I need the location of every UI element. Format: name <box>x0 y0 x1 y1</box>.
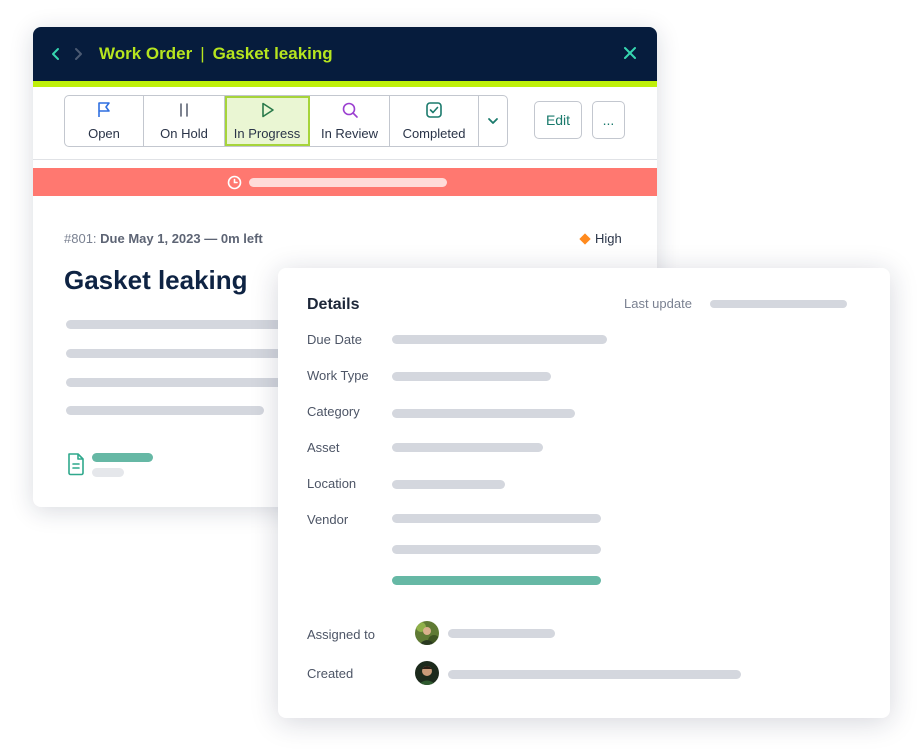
status-toolbar: Open On Hold In Progress In Review Compl… <box>33 87 657 161</box>
check-square-icon <box>425 101 443 122</box>
details-card: Details Last update Due Date Work Type C… <box>278 268 890 718</box>
breadcrumb-separator: | <box>200 44 205 63</box>
category-placeholder <box>392 409 575 418</box>
priority-diamond-icon <box>579 232 591 245</box>
status-in-review-label: In Review <box>320 126 379 141</box>
attachment-name-placeholder[interactable] <box>92 453 153 462</box>
creator-name-placeholder <box>448 670 741 679</box>
assignee-name-placeholder <box>448 629 555 638</box>
time-tracking-bar <box>33 168 657 196</box>
due-date-placeholder <box>392 335 607 344</box>
flag-icon <box>95 101 113 122</box>
chevron-right-icon[interactable] <box>73 47 83 61</box>
priority-label: High <box>595 231 622 246</box>
work-order-meta: #801: Due May 1, 2023 — 0m left <box>64 231 263 246</box>
status-button-group: Open On Hold In Progress In Review Compl… <box>64 95 508 147</box>
description-placeholder-line <box>66 406 264 415</box>
status-open-button[interactable]: Open <box>65 96 144 146</box>
toolbar-divider <box>33 159 657 160</box>
chevron-down-icon <box>487 114 499 129</box>
breadcrumb-root[interactable]: Work Order <box>99 44 192 64</box>
status-in-progress-button[interactable]: In Progress <box>225 96 310 146</box>
status-in-review-button[interactable]: In Review <box>310 96 390 146</box>
asset-label: Asset <box>307 440 340 455</box>
location-label: Location <box>307 476 357 491</box>
vendor-link-placeholder[interactable] <box>392 576 601 585</box>
status-on-hold-label: On Hold <box>160 126 208 141</box>
work-order-number: #801: <box>64 231 97 246</box>
vendor-placeholder <box>392 545 601 554</box>
status-completed-button[interactable]: Completed <box>390 96 479 146</box>
pause-icon <box>175 101 193 122</box>
vendor-label: Vendor <box>307 512 349 527</box>
status-completed-label: Completed <box>402 126 466 141</box>
category-label: Category <box>307 404 360 419</box>
last-update-label: Last update <box>624 296 692 311</box>
assigned-to-label: Assigned to <box>307 627 375 642</box>
search-icon <box>341 101 359 122</box>
work-order-due: Due May 1, 2023 — 0m left <box>100 231 263 246</box>
chevron-left-icon[interactable] <box>51 47 61 61</box>
attachment-size-placeholder <box>92 468 124 477</box>
edit-button[interactable]: Edit <box>534 101 582 139</box>
description-placeholder-line <box>66 320 296 329</box>
timer-placeholder <box>249 178 447 187</box>
details-title: Details <box>307 296 360 313</box>
description-placeholder-line <box>66 378 296 387</box>
work-order-header: Work Order | Gasket leaking <box>33 27 657 81</box>
breadcrumb-current: Gasket leaking <box>212 44 333 63</box>
status-open-label: Open <box>88 126 120 141</box>
priority-badge: High <box>579 231 622 246</box>
history-nav <box>51 47 83 61</box>
vendor-placeholder <box>392 514 601 523</box>
last-update-placeholder <box>710 300 847 308</box>
status-on-hold-button[interactable]: On Hold <box>144 96 225 146</box>
assignee-avatar[interactable] <box>415 621 439 645</box>
due-date-label: Due Date <box>307 332 362 347</box>
asset-placeholder <box>392 443 543 452</box>
status-in-progress-label: In Progress <box>233 126 301 141</box>
work-order-title: Gasket leaking <box>64 265 248 295</box>
description-placeholder-line <box>66 349 296 358</box>
play-icon <box>258 101 276 122</box>
created-label: Created <box>307 666 354 681</box>
location-placeholder <box>392 480 505 489</box>
more-options-button[interactable]: ... <box>592 101 625 139</box>
clock-icon <box>227 175 242 195</box>
work-type-placeholder <box>392 372 551 381</box>
creator-avatar[interactable] <box>415 661 439 685</box>
close-icon[interactable] <box>623 46 637 65</box>
status-dropdown-button[interactable] <box>479 96 507 146</box>
document-icon[interactable] <box>66 452 86 481</box>
work-type-label: Work Type <box>307 368 369 383</box>
